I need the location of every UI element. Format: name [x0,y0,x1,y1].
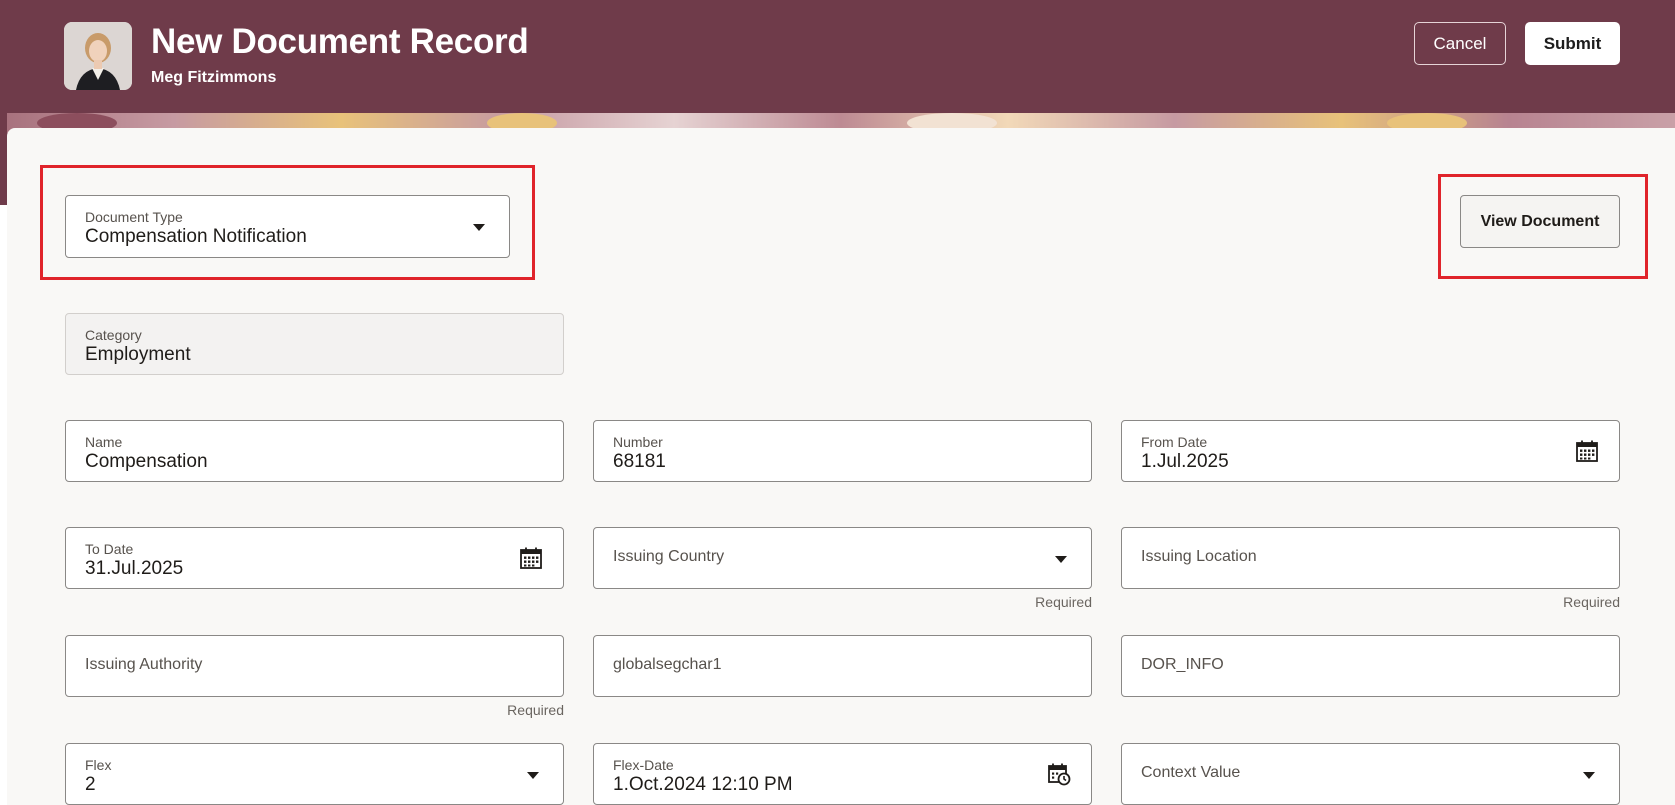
document-type-value: Compensation Notification [85,226,307,247]
issuing-location-placeholder: Issuing Location [1141,548,1257,565]
context-value-placeholder: Context Value [1141,764,1241,781]
to-date-label: To Date [85,541,134,557]
issuing-country-required-hint: Required [1035,594,1092,610]
chevron-down-icon [1583,772,1595,779]
flex-date-label: Flex-Date [613,757,674,773]
dor-info-field[interactable]: DOR_INFO [1121,635,1620,697]
number-value: 68181 [613,451,666,472]
issuing-authority-required-hint: Required [507,702,564,718]
page-title: New Document Record [151,22,529,61]
issuing-authority-field[interactable]: Issuing Authority [65,635,564,697]
name-label: Name [85,434,123,450]
issuing-location-field[interactable]: Issuing Location [1121,527,1620,589]
flex-label: Flex [85,757,112,773]
chevron-down-icon [1055,556,1067,563]
chevron-down-icon [473,224,485,231]
calendar-clock-icon[interactable] [1047,762,1071,786]
view-document-button[interactable]: View Document [1460,195,1620,248]
document-type-select[interactable]: Document Type Compensation Notification [65,195,510,258]
submit-button[interactable]: Submit [1525,22,1620,65]
category-field: Category Employment [65,313,564,375]
from-date-label: From Date [1141,434,1208,450]
avatar [64,22,132,90]
cancel-button[interactable]: Cancel [1414,22,1506,65]
name-field[interactable]: Name Compensation [65,420,564,482]
flex-date-field[interactable]: Flex-Date 1.Oct.2024 12:10 PM [593,743,1092,805]
context-value-select[interactable]: Context Value [1121,743,1620,805]
person-name: Meg Fitzimmons [151,69,277,86]
category-value: Employment [85,344,191,365]
flex-select[interactable]: Flex 2 [65,743,564,805]
dor-info-placeholder: DOR_INFO [1141,656,1224,673]
name-value: Compensation [85,451,208,472]
number-label: Number [613,434,663,450]
calendar-icon[interactable] [519,546,543,570]
calendar-icon[interactable] [1575,439,1599,463]
flex-value: 2 [85,774,96,795]
from-date-value: 1.Jul.2025 [1141,451,1229,472]
to-date-field[interactable]: To Date 31.Jul.2025 [65,527,564,589]
chevron-down-icon [527,772,539,779]
number-field[interactable]: Number 68181 [593,420,1092,482]
flex-date-value: 1.Oct.2024 12:10 PM [613,774,793,795]
to-date-value: 31.Jul.2025 [85,558,184,579]
issuing-country-select[interactable]: Issuing Country [593,527,1092,589]
document-type-label: Document Type [85,209,183,225]
issuing-country-placeholder: Issuing Country [613,548,725,565]
issuing-authority-placeholder: Issuing Authority [85,656,203,673]
issuing-location-required-hint: Required [1563,594,1620,610]
from-date-field[interactable]: From Date 1.Jul.2025 [1121,420,1620,482]
category-label: Category [85,327,142,343]
globalsegchar1-placeholder: globalsegchar1 [613,656,722,673]
globalsegchar1-field[interactable]: globalsegchar1 [593,635,1092,697]
